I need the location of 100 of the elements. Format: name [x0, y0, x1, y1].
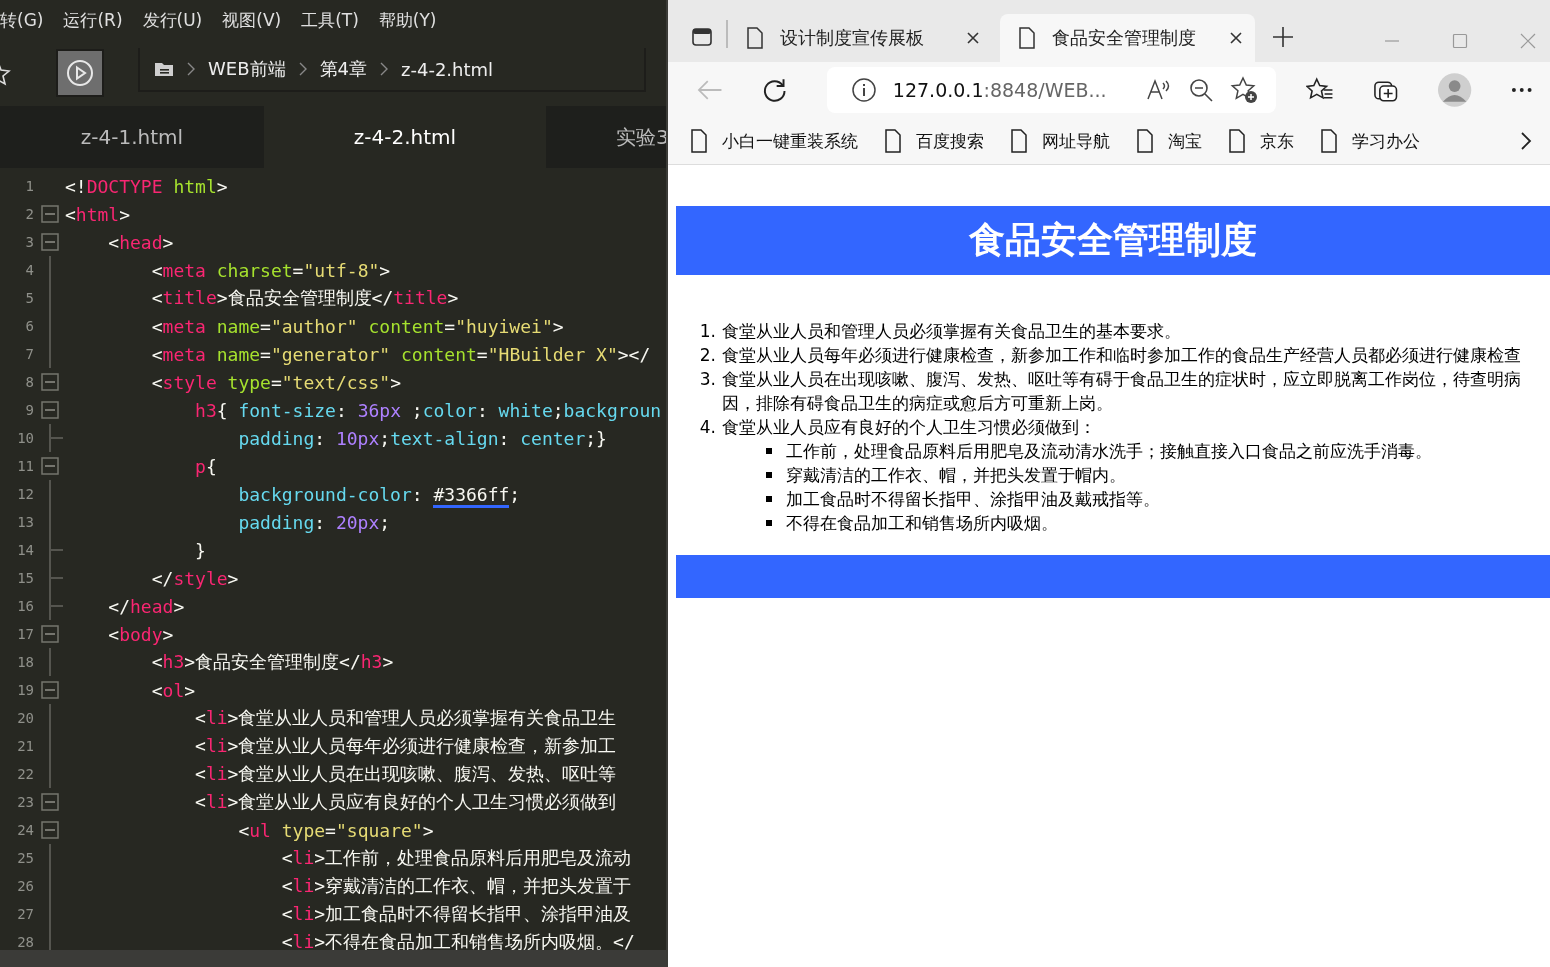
code-line: <head>	[107, 231, 174, 253]
line-number: 2	[24, 206, 34, 222]
close-icon[interactable]	[1229, 31, 1243, 45]
code-line: <body>	[107, 623, 174, 645]
line-number: 4	[24, 262, 34, 278]
bookmark[interactable]: 淘宝	[1136, 129, 1202, 153]
run-button[interactable]	[56, 49, 104, 97]
line-number: 25	[16, 850, 34, 866]
line-number: 9	[24, 402, 34, 418]
list-number: 1.	[698, 320, 716, 343]
bookmark[interactable]: 京东	[1228, 129, 1294, 153]
bookmark[interactable]: 学习办公	[1320, 129, 1420, 153]
fold-icon[interactable]	[40, 373, 59, 391]
browser-tab[interactable]: 设计制度宣传展板	[742, 14, 992, 62]
code-line: <li>加工食品时不得留长指甲、涂指甲油及	[280, 902, 632, 926]
fold-icon[interactable]	[40, 457, 59, 475]
sidebar-icon[interactable]	[690, 25, 714, 49]
line-number: 24	[16, 822, 34, 838]
list-item: 食堂从业人员应有良好的个人卫生习惯必须做到：	[722, 416, 1096, 439]
line-number: 1	[24, 178, 34, 194]
menu-item[interactable]: 视图(V)	[222, 8, 282, 32]
chevron-right-icon[interactable]	[1520, 131, 1532, 151]
code-line: <meta name="generator" content="HBuilder X"></	[150, 343, 651, 365]
list-number: 2.	[698, 344, 716, 367]
menu-item[interactable]: 帮助(Y)	[378, 8, 437, 32]
line-number: 15	[16, 570, 34, 586]
chevron-icon	[297, 61, 308, 77]
code-line: }	[194, 539, 206, 561]
page-icon	[746, 27, 764, 49]
list-item: 食堂从业人员在出现咳嗽、腹泻、发热、呕吐等有碍于食品卫生的症状时，应立即脱离工作岗位，待查明病因，排除有碍食品卫生的病症或愈后方可重新上岗。	[722, 368, 1522, 415]
avatar-icon[interactable]	[1437, 72, 1473, 108]
page-icon	[1010, 129, 1028, 153]
page-icon	[1228, 129, 1246, 153]
code-line: <ol>	[150, 679, 196, 701]
new-tab-icon[interactable]	[1271, 25, 1295, 49]
line-number: 3	[24, 234, 34, 250]
code-line: padding: 20px;	[237, 511, 391, 533]
file-tab[interactable]: z-4-1.html	[0, 106, 264, 168]
menu-item[interactable]: 转(G)	[0, 8, 44, 32]
menu-item[interactable]: 工具(T)	[301, 8, 359, 32]
bookmark[interactable]: 网址导航	[1010, 129, 1110, 153]
code-line: <html>	[65, 203, 131, 225]
bullet-icon	[766, 448, 772, 454]
page-heading: 食品安全管理制度	[676, 206, 1550, 275]
bullet-icon	[766, 472, 772, 478]
code-line: <li>工作前，处理食品原料后用肥皂及流动	[280, 846, 632, 870]
fold-icon[interactable]	[40, 681, 59, 699]
browser-tab[interactable]: 食品安全管理制度	[1000, 14, 1255, 62]
info-icon[interactable]	[850, 77, 877, 103]
code-line: </head>	[107, 595, 185, 617]
fold-icon[interactable]	[40, 401, 59, 419]
page-icon	[1136, 129, 1154, 153]
page-icon	[1018, 27, 1036, 49]
breadcrumb-item[interactable]: WEB前端	[208, 57, 286, 81]
more-icon[interactable]	[1510, 86, 1534, 94]
code-line: <li>食堂从业人员和管理人员必须掌握有关食品卫生	[194, 706, 617, 730]
line-number: 10	[16, 430, 34, 446]
line-number: 21	[16, 738, 34, 754]
code-line: <title>食品安全管理制度</title>	[150, 286, 459, 310]
fold-icon[interactable]	[40, 625, 59, 643]
list-item: 工作前，处理食品原料后用肥皂及流动清水洗手；接触直接入口食品之前应洗手消毒。	[786, 440, 1432, 463]
zoom-out-icon[interactable]	[1188, 77, 1215, 103]
chevron-icon	[379, 61, 389, 77]
code-line: h3{ font-size: 36px ;color: white;backgroun	[194, 399, 662, 421]
file-tab[interactable]: z-4-2.html	[264, 106, 546, 168]
add-favorite-icon[interactable]	[1230, 76, 1259, 104]
line-number: 5	[24, 290, 34, 306]
address-bar[interactable]: 127.0.0.1:8848/WEB...	[826, 67, 1277, 113]
line-number: 18	[16, 654, 34, 670]
list-item: 食堂从业人员和管理人员必须掌握有关食品卫生的基本要求。	[722, 320, 1181, 343]
menu-item[interactable]: 运行(R)	[63, 8, 123, 32]
line-number: 28	[16, 934, 34, 950]
breadcrumb-item[interactable]: z-4-2.html	[401, 58, 494, 80]
line-number: 8	[24, 374, 34, 390]
breadcrumb-item[interactable]: 第4章	[319, 57, 367, 81]
menu-item[interactable]: 发行(U)	[142, 8, 203, 32]
code-line: padding: 10px;text-align: center;}	[237, 427, 607, 449]
fold-icon[interactable]	[40, 821, 59, 839]
fold-icon[interactable]	[40, 233, 59, 251]
line-number: 26	[16, 878, 34, 894]
fold-icon[interactable]	[40, 205, 59, 223]
list-item: 不得在食品加工和销售场所内吸烟。	[786, 512, 1058, 535]
line-number: 16	[16, 598, 34, 614]
bookmark[interactable]: 百度搜索	[884, 129, 984, 153]
list-item: 加工食品时不得留长指甲、涂指甲油及戴戒指等。	[786, 488, 1160, 511]
bookmark[interactable]: 小白一键重装系统	[690, 129, 858, 153]
page-icon	[884, 129, 902, 153]
code-line: <li>食堂从业人员应有良好的个人卫生习惯必须做到	[194, 790, 617, 814]
play-icon	[66, 59, 94, 87]
line-number: 22	[16, 766, 34, 782]
close-icon[interactable]	[966, 31, 980, 45]
code-line: </style>	[150, 567, 239, 589]
code-line: background-color: #3366ff;	[65, 483, 521, 505]
code-line: <style type="text/css">	[150, 371, 401, 393]
folder-icon	[154, 61, 174, 77]
fold-icon[interactable]	[40, 793, 59, 811]
list-number: 3.	[698, 368, 716, 391]
code-line: <li>食堂从业人员在出现咳嗽、腹泻、发热、呕吐等	[194, 762, 617, 786]
code-line: <meta name="author" content="huyiwei">	[150, 315, 564, 337]
line-number: 14	[16, 542, 34, 558]
